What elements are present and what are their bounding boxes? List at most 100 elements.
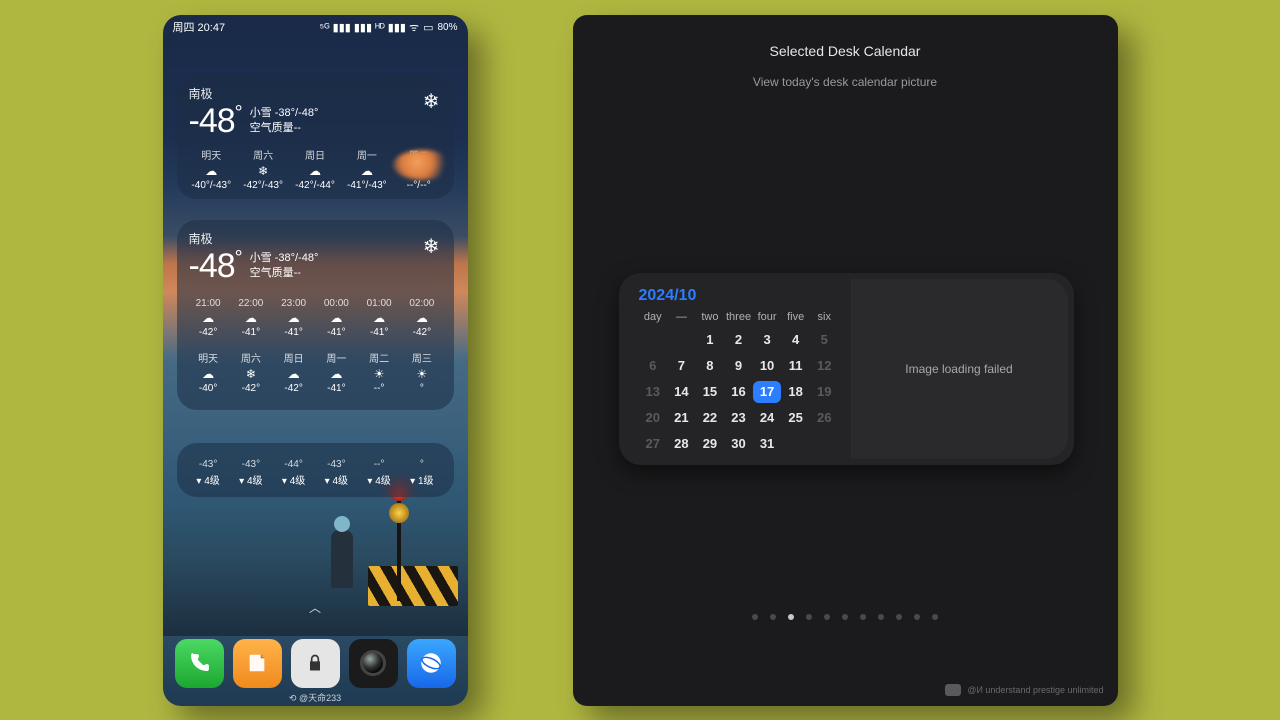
image-fail-text: Image loading failed [905, 362, 1012, 376]
calendar-day[interactable]: 5 [810, 329, 839, 351]
weather-widget-hourly[interactable]: 南极 ❄ -48° 小雪 -38°/-48°空气质量-- 21:00 ☁ -42… [177, 220, 454, 410]
wallpaper-credit: ⟲ @天命233 [289, 691, 341, 704]
page-dot[interactable] [896, 614, 902, 620]
weather-widget-wind[interactable]: -43°▾ 4级-43°▾ 4级-44°▾ 4级-43°▾ 4级--°▾ 4级°… [177, 443, 454, 497]
calendar-day[interactable]: 10 [753, 355, 782, 377]
calendar-day[interactable]: 18 [781, 381, 810, 403]
daily-forecast-row-2: 明天 ☁ -40° 周六 ❄ -42° 周日 ☁ -42° 周一 ☁ -41° … [189, 350, 442, 394]
forecast-cell: 00:00 ☁ -41° [317, 298, 356, 338]
calendar-weekday-row: day—twothreefourfivesix [639, 311, 839, 323]
forecast-cell: 明天 ☁ -40°/-43° [189, 147, 235, 191]
page-dot[interactable] [770, 614, 776, 620]
calendar-day[interactable]: 14 [667, 381, 696, 403]
current-temp: -48° [189, 102, 242, 141]
calendar-day[interactable]: 31 [753, 433, 782, 455]
forecast-cell: 周日 ☁ -42° [274, 350, 313, 394]
calendar-day[interactable]: 28 [667, 433, 696, 455]
forecast-cell: 周六 ❄ -42° [231, 350, 270, 394]
forecast-cell: 周三 ☀ ° [402, 350, 441, 394]
calendar-day[interactable]: 3 [753, 329, 782, 351]
page-dot[interactable] [914, 614, 920, 620]
calendar-day[interactable]: 19 [810, 381, 839, 403]
weibo-logo-icon [945, 684, 961, 696]
calendar-day[interactable]: 1 [696, 329, 725, 351]
panel-subtitle: View today's desk calendar picture [573, 75, 1118, 89]
calendar-day[interactable]: 15 [696, 381, 725, 403]
forecast-cell: 明天 ☁ -40° [189, 350, 228, 394]
calendar-day[interactable] [810, 433, 839, 455]
calendar-day[interactable]: 30 [724, 433, 753, 455]
calendar-widget-preview[interactable]: 2024/10 day—twothreefourfivesix 12345678… [619, 273, 1074, 465]
forecast-cell: 周一 ☁ -41°/-43° [344, 147, 390, 191]
current-condition: 小雪 -38°/-48°空气质量-- [250, 251, 319, 282]
camera-app-icon[interactable] [349, 639, 398, 688]
calendar-day[interactable]: 12 [810, 355, 839, 377]
snowflake-icon: ❄ [423, 89, 440, 114]
wind-cell: °▾ 1级 [402, 459, 441, 487]
browser-app-icon[interactable] [407, 639, 456, 688]
calendar-day[interactable] [781, 433, 810, 455]
forecast-cell: 周日 ☁ -42°/-44° [292, 147, 338, 191]
calendar-day[interactable]: 2 [724, 329, 753, 351]
page-dot[interactable] [860, 614, 866, 620]
calendar-day[interactable]: 9 [724, 355, 753, 377]
calendar-day[interactable]: 21 [667, 407, 696, 429]
weather-location: 南极 [189, 230, 442, 247]
forecast-cell: 21:00 ☁ -42° [189, 298, 228, 338]
wind-row: -43°▾ 4级-43°▾ 4级-44°▾ 4级-43°▾ 4级--°▾ 4级°… [189, 459, 442, 487]
wind-cell: -44°▾ 4级 [274, 459, 313, 487]
lock-app-icon[interactable] [291, 639, 340, 688]
status-signal-icons: ⁵ᴳ ▮▮▮ ▮▮▮ ᴴᴰ ▮▮▮ ᯤ [320, 20, 419, 35]
current-temp: -48° [189, 247, 242, 286]
watermark: @И understand prestige unlimited [945, 684, 1103, 696]
widget-config-panel: Selected Desk Calendar View today's desk… [573, 15, 1118, 706]
calendar-day[interactable]: 4 [781, 329, 810, 351]
page-dot[interactable] [878, 614, 884, 620]
wind-cell: --°▾ 4级 [360, 459, 399, 487]
notes-app-icon[interactable] [233, 639, 282, 688]
status-time: 周四 20:47 [173, 19, 226, 35]
page-dot[interactable] [788, 614, 794, 620]
page-dot[interactable] [932, 614, 938, 620]
calendar-day[interactable] [667, 329, 696, 351]
calendar-day[interactable]: 13 [639, 381, 668, 403]
page-dot[interactable] [824, 614, 830, 620]
calendar-image-slot: Image loading failed [851, 279, 1068, 459]
calendar-day[interactable]: 23 [724, 407, 753, 429]
calendar-day[interactable]: 8 [696, 355, 725, 377]
calendar-day[interactable]: 17 [753, 381, 782, 403]
forecast-cell: 周二 ☀ --° [360, 350, 399, 394]
battery-icon: ▭ [423, 21, 433, 34]
calendar-day[interactable]: 29 [696, 433, 725, 455]
daily-forecast-row: 明天 ☁ -40°/-43° 周六 ❄ -42°/-43° 周日 ☁ -42°/… [189, 147, 442, 191]
calendar-day[interactable]: 7 [667, 355, 696, 377]
panel-title: Selected Desk Calendar [573, 15, 1118, 59]
wind-cell: -43°▾ 4级 [231, 459, 270, 487]
wallpaper-character [331, 530, 353, 588]
calendar-day[interactable]: 26 [810, 407, 839, 429]
wallpaper-signal [371, 481, 426, 601]
page-dot[interactable] [806, 614, 812, 620]
calendar-day[interactable]: 20 [639, 407, 668, 429]
page-dot[interactable] [842, 614, 848, 620]
calendar-day[interactable] [639, 329, 668, 351]
home-indicator-up-icon[interactable]: ︿ [309, 599, 321, 616]
calendar-day[interactable]: 24 [753, 407, 782, 429]
page-dot[interactable] [752, 614, 758, 620]
forecast-cell: 23:00 ☁ -41° [274, 298, 313, 338]
forecast-cell: 02:00 ☁ -42° [402, 298, 441, 338]
status-bar: 周四 20:47 ⁵ᴳ ▮▮▮ ▮▮▮ ᴴᴰ ▮▮▮ ᯤ ▭ 80% [163, 15, 468, 40]
calendar-month: 2024/10 [639, 287, 839, 305]
calendar-day[interactable]: 25 [781, 407, 810, 429]
calendar-day[interactable]: 6 [639, 355, 668, 377]
phone-app-icon[interactable] [175, 639, 224, 688]
app-dock [175, 639, 456, 688]
calendar-day[interactable]: 11 [781, 355, 810, 377]
calendar-day[interactable]: 27 [639, 433, 668, 455]
page-dots[interactable] [752, 614, 938, 620]
weather-widget-daily[interactable]: 南极 ❄ -48° 小雪 -38°/-48°空气质量-- 明天 ☁ -40°/-… [177, 75, 454, 199]
forecast-cell: 周二 ☀ --°/--° [396, 147, 442, 191]
forecast-cell: 周六 ❄ -42°/-43° [240, 147, 286, 191]
calendar-day[interactable]: 16 [724, 381, 753, 403]
calendar-day[interactable]: 22 [696, 407, 725, 429]
